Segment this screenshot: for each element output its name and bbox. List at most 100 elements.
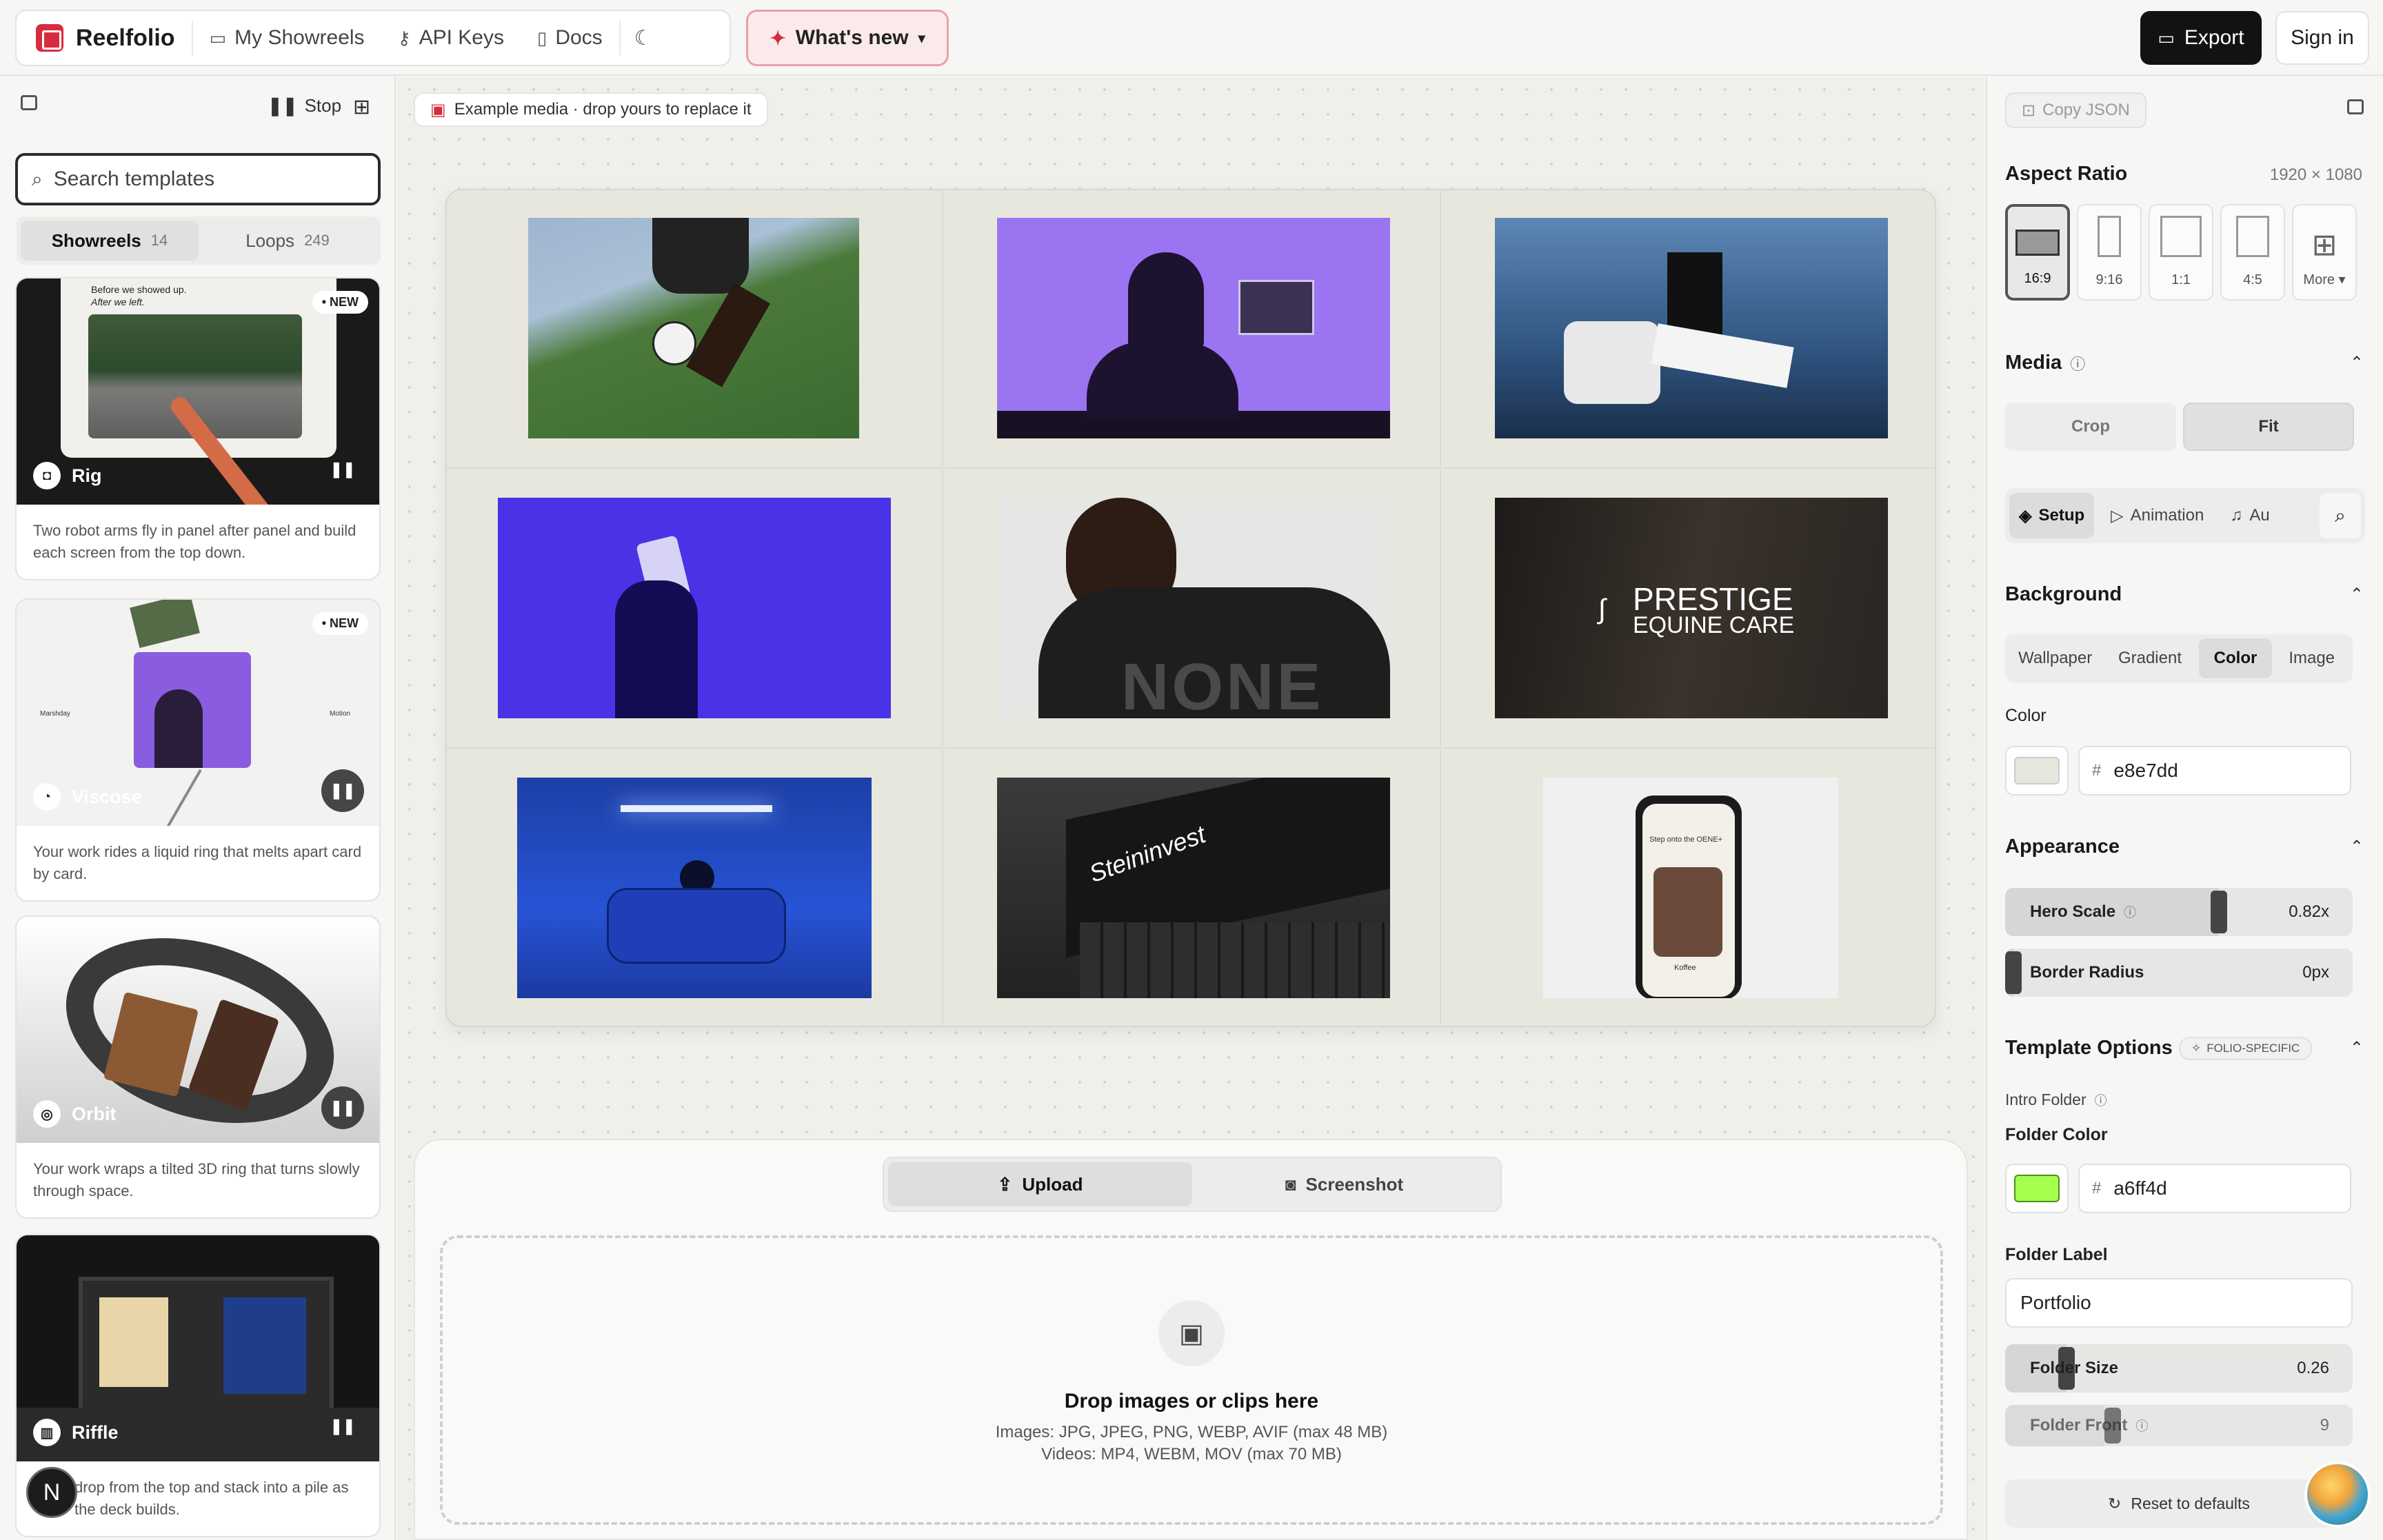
aspect-9-16[interactable]: 9:16 bbox=[2077, 204, 2142, 301]
folder-label-input[interactable]: Portfolio bbox=[2005, 1278, 2353, 1328]
grid-cell[interactable] bbox=[945, 190, 1441, 469]
robot-icon: ◘ bbox=[33, 462, 61, 489]
media-fit-button[interactable]: Fit bbox=[2183, 403, 2354, 451]
media-tile-soccer bbox=[528, 218, 859, 438]
folder-color-swatch[interactable] bbox=[2005, 1164, 2069, 1213]
grid-cell[interactable] bbox=[447, 750, 943, 1026]
chevron-up-icon[interactable]: ⌃ bbox=[2350, 585, 2364, 605]
tab-screenshot[interactable]: ◙ Screenshot bbox=[1192, 1162, 1496, 1206]
slider-handle[interactable] bbox=[2211, 891, 2227, 933]
template-options-title: Template Options bbox=[2005, 1037, 2173, 1059]
nav-api-keys[interactable]: ⚷ API Keys bbox=[381, 26, 521, 50]
layers-icon: ◈ bbox=[2019, 506, 2032, 525]
template-thumbnail: ◎ Orbit ❚❚ bbox=[17, 917, 379, 1143]
bg-wallpaper[interactable]: Wallpaper bbox=[2009, 649, 2101, 668]
nav-my-showreels[interactable]: ▭ My Showreels bbox=[193, 26, 381, 50]
chevron-up-icon[interactable]: ⌃ bbox=[2350, 837, 2364, 857]
tab-loops[interactable]: Loops 249 bbox=[199, 221, 376, 261]
main-nav: Reelfolio ▭ My Showreels ⚷ API Keys ▯ Docs … bbox=[15, 10, 731, 66]
search-icon[interactable]: ⌕ bbox=[2320, 493, 2361, 538]
export-button[interactable]: ▭ Export bbox=[2140, 11, 2262, 65]
tab-setup[interactable]: ◈ Setup bbox=[2009, 493, 2095, 538]
user-avatar[interactable]: N bbox=[26, 1467, 77, 1518]
folder-size-slider[interactable]: Folder Size 0.26 bbox=[2005, 1344, 2353, 1392]
pause-button[interactable]: ❚❚ bbox=[321, 448, 364, 491]
camera-icon: ◙ bbox=[1285, 1173, 1296, 1195]
pause-button[interactable]: ❚❚ bbox=[321, 1405, 364, 1448]
preview-canvas: ▣ Example media · drop yours to replace … bbox=[397, 77, 1984, 1540]
background-type-tabs: Wallpaper Gradient Color Image bbox=[2005, 634, 2353, 682]
slider-handle[interactable] bbox=[2005, 951, 2022, 994]
brand-name: Reelfolio bbox=[76, 24, 175, 51]
pause-icon: ❚❚ bbox=[268, 95, 298, 116]
media-tile-blue-sofa bbox=[517, 778, 872, 998]
key-icon: ⚷ bbox=[397, 27, 411, 48]
dropzone[interactable]: ▣ Drop images or clips here Images: JPG,… bbox=[440, 1235, 1943, 1525]
border-radius-slider[interactable]: Border Radius 0px bbox=[2005, 949, 2353, 997]
copy-json-button[interactable]: ⊡ Copy JSON bbox=[2005, 92, 2146, 128]
template-thumbnail: ▥ Riffle ❚❚ bbox=[17, 1235, 379, 1461]
template-card-rig[interactable]: Before we showed up. After we left. • NE… bbox=[15, 277, 381, 580]
background-color-swatch[interactable] bbox=[2005, 746, 2069, 796]
bg-image[interactable]: Image bbox=[2275, 649, 2349, 668]
chevron-up-icon[interactable]: ⌃ bbox=[2350, 353, 2364, 373]
template-sidebar: ❚❚ Stop ⊞ ⌕ Search templates Showreels 14 … bbox=[0, 77, 396, 1540]
brand[interactable]: Reelfolio bbox=[36, 21, 193, 55]
template-thumbnail: Marshday Motion • NEW ◔ Viscose ❚❚ bbox=[17, 600, 379, 826]
aspect-1-1[interactable]: 1:1 bbox=[2149, 204, 2213, 301]
whats-new-button[interactable]: ✦ What's new ▾ bbox=[746, 10, 949, 66]
tab-audio[interactable]: ♫ Au bbox=[2220, 493, 2269, 538]
grid-view-icon[interactable]: ⊞ bbox=[353, 95, 370, 119]
chevron-up-icon[interactable]: ⌃ bbox=[2350, 1038, 2364, 1058]
media-crop-button[interactable]: Crop bbox=[2005, 403, 2176, 451]
nav-docs[interactable]: ▯ Docs bbox=[521, 26, 619, 50]
pause-button[interactable]: ❚❚ bbox=[321, 1086, 364, 1129]
aspect-4-5[interactable]: 4:5 bbox=[2220, 204, 2285, 301]
sparkle-icon: ✧ bbox=[2191, 1042, 2202, 1055]
background-hex-input[interactable]: # e8e7dd bbox=[2078, 746, 2351, 796]
aspect-more[interactable]: ⊞ More ▾ bbox=[2292, 204, 2357, 301]
template-description: Two robot arms fly in panel after panel … bbox=[33, 522, 356, 561]
horse-logo-icon: ∫ bbox=[1598, 594, 1606, 625]
example-media-pill: ▣ Example media · drop yours to replace … bbox=[414, 92, 768, 127]
tab-showreels[interactable]: Showreels 14 bbox=[21, 221, 199, 261]
collapse-panel-icon[interactable] bbox=[2347, 99, 2364, 114]
grid-cell[interactable] bbox=[447, 470, 943, 749]
folder-hex-input[interactable]: # a6ff4d bbox=[2078, 1164, 2351, 1213]
tab-upload[interactable]: ⇪ Upload bbox=[888, 1162, 1192, 1206]
stop-button[interactable]: ❚❚ Stop bbox=[268, 95, 341, 116]
grid-cell[interactable]: NONE bbox=[945, 470, 1441, 749]
media-title: Media ⓘ bbox=[2005, 352, 2086, 374]
template-thumbnail: Before we showed up. After we left. • NE… bbox=[17, 278, 379, 505]
grid-cell[interactable]: Steininvest bbox=[945, 750, 1441, 1026]
hero-scale-slider[interactable]: Hero Scale ⓘ 0.82x bbox=[2005, 888, 2353, 936]
sign-in-button[interactable]: Sign in bbox=[2275, 11, 2369, 65]
bg-color[interactable]: Color bbox=[2198, 638, 2273, 678]
new-badge: • NEW bbox=[312, 291, 368, 314]
template-name: ◎ Orbit bbox=[33, 1100, 117, 1128]
template-card-viscose[interactable]: Marshday Motion • NEW ◔ Viscose ❚❚ Your w… bbox=[15, 598, 381, 902]
reelfolio-logo-icon bbox=[36, 24, 63, 52]
sidebar-toggle-icon[interactable] bbox=[21, 95, 37, 110]
upload-tabs: ⇪ Upload ◙ Screenshot bbox=[883, 1157, 1502, 1212]
grid-cell[interactable] bbox=[1442, 190, 1935, 469]
folder-front-slider[interactable]: Folder Front ⓘ 9 bbox=[2005, 1405, 2353, 1446]
reset-icon: ↻ bbox=[2108, 1494, 2122, 1512]
dropzone-video-formats: Videos: MP4, WEBM, MOV (max 70 MB) bbox=[1041, 1445, 1342, 1463]
pause-button[interactable]: ❚❚ bbox=[321, 769, 364, 812]
search-input[interactable]: ⌕ Search templates bbox=[15, 153, 381, 205]
grid-cell[interactable] bbox=[447, 190, 943, 469]
grid-cell[interactable]: PRESTIGE EQUINE CARE ∫ bbox=[1442, 470, 1935, 749]
lock-icon: ⊡ bbox=[2022, 101, 2036, 120]
beach-avatar-icon[interactable] bbox=[2304, 1461, 2371, 1528]
tab-animation[interactable]: ▷ Animation bbox=[2101, 493, 2213, 538]
bg-gradient[interactable]: Gradient bbox=[2104, 649, 2195, 668]
folder-label-label: Folder Label bbox=[2005, 1245, 2108, 1264]
grid-cell[interactable]: Step onto the OENE+ Koffee bbox=[1442, 750, 1935, 1026]
theme-toggle-moon-icon[interactable]: ☾ bbox=[619, 21, 667, 55]
aspect-16-9[interactable]: 16:9 bbox=[2005, 204, 2070, 301]
media-tile-steininvest: Steininvest bbox=[997, 778, 1390, 998]
showreel-stage[interactable]: NONE PRESTIGE EQUINE CARE ∫ Steininvest bbox=[445, 189, 1936, 1027]
reset-defaults-button[interactable]: ↻ Reset to defaults bbox=[2005, 1479, 2353, 1528]
template-card-orbit[interactable]: ◎ Orbit ❚❚ Your work wraps a tilted 3D ri… bbox=[15, 915, 381, 1219]
